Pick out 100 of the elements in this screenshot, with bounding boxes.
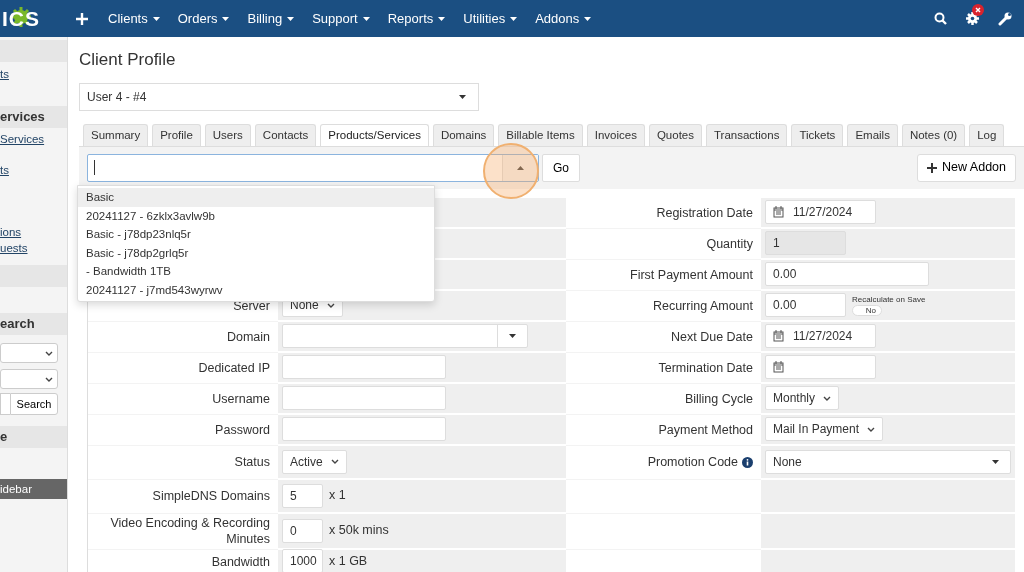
tab[interactable]: Products/Services [320, 123, 429, 146]
nav-menu-link[interactable]: Reports [387, 8, 446, 29]
sidebar-link[interactable]: ts [0, 66, 67, 82]
wrench-icon[interactable] [998, 11, 1012, 26]
new-addon-button[interactable]: New Addon [917, 153, 1016, 182]
select-field[interactable] [0, 343, 58, 363]
sidebar-toggle-bar[interactable]: idebar [0, 479, 67, 499]
tab[interactable]: Contacts [254, 123, 317, 146]
tab[interactable]: Billable Items [498, 123, 583, 146]
sidebar-heading: earch [0, 313, 67, 335]
plus-icon[interactable] [76, 12, 88, 25]
search-field[interactable] [0, 393, 10, 415]
search-icon[interactable] [934, 12, 947, 25]
nav-menu-link[interactable]: Addons [535, 8, 592, 29]
unit-text: x 1 [329, 487, 346, 505]
search-button[interactable]: Search [10, 393, 58, 415]
tab[interactable]: Profile [152, 123, 201, 146]
field-label: Promotion Code [647, 454, 738, 471]
text-field[interactable] [282, 386, 446, 411]
text-field[interactable]: 0.00 [765, 262, 929, 287]
caret-icon [222, 16, 230, 21]
text-cursor [94, 160, 95, 176]
field-label: Billing Cycle [684, 390, 753, 407]
field-label: Status [234, 454, 270, 471]
field-label: Payment Method [658, 421, 753, 438]
field-label: Username [212, 390, 270, 407]
select-field[interactable]: Mail In Payment [765, 417, 884, 442]
dropdown-option[interactable]: Basic [78, 188, 434, 207]
text-field[interactable] [282, 355, 446, 380]
field-label: Domain [226, 328, 270, 345]
caret-icon [362, 16, 370, 21]
sidebar-link[interactable]: ts [0, 162, 67, 178]
number-field[interactable]: 1000 [282, 549, 323, 572]
calendar-icon [773, 361, 784, 374]
combo-field[interactable] [282, 324, 528, 349]
amount-field[interactable]: 0.00 [765, 293, 846, 318]
field-label: Termination Date [658, 359, 753, 376]
nav-menu-link[interactable]: Support [312, 8, 370, 29]
field-label: Server [233, 297, 270, 314]
plus-icon [927, 162, 938, 173]
field-label: Registration Date [656, 204, 753, 221]
product-search-field[interactable] [87, 153, 539, 182]
field-label: Next Due Date [671, 328, 753, 345]
select-field[interactable]: Active [282, 449, 347, 474]
nav-menu-link[interactable]: Orders [177, 8, 230, 29]
chevron-icon [823, 395, 832, 401]
tab[interactable]: Log [969, 123, 1005, 146]
field-label: Quantity [706, 235, 753, 252]
nav-menu-link[interactable]: Utilities [463, 8, 518, 29]
tab[interactable]: Quotes [648, 123, 702, 146]
number-field[interactable]: 5 [282, 483, 323, 508]
caret-icon [287, 16, 295, 21]
toggle-switch[interactable]: No [852, 304, 882, 316]
toggle-label: Recalculate on Save [852, 294, 926, 305]
dropdown-option[interactable]: 20241127 - 6zklx3avlw9b [78, 206, 434, 225]
tab[interactable]: Emails [847, 123, 898, 146]
chevron-icon [867, 426, 876, 432]
readonly-field: 1 [765, 231, 846, 256]
select-field[interactable]: Monthly [765, 386, 840, 411]
field-label: Recurring Amount [652, 297, 753, 314]
sidebar-heading: ervices [0, 106, 67, 128]
caret-icon [991, 459, 999, 464]
date-field[interactable] [765, 355, 876, 380]
dropdown-option[interactable]: - Bandwidth 1TB [78, 262, 434, 281]
chevron-icon [330, 459, 339, 465]
tab[interactable]: Invoices [586, 123, 645, 146]
tab[interactable]: Notes (0) [901, 123, 966, 146]
combo-field[interactable]: None [765, 449, 1011, 474]
caret-icon [152, 16, 160, 21]
tab[interactable]: Tickets [791, 123, 844, 146]
dropdown-option[interactable]: Basic - j78dp23nlq5r [78, 225, 434, 244]
tab[interactable]: Transactions [705, 123, 788, 146]
sidebar-link[interactable]: Services [0, 131, 67, 147]
caret-icon [438, 16, 446, 21]
nav-menu-link[interactable]: Billing [247, 8, 295, 29]
dropdown-option[interactable]: Basic - j78dp2grlq5r [78, 243, 434, 262]
logo[interactable]: ICS [2, 2, 50, 35]
select-field[interactable] [0, 369, 58, 389]
caret-icon [509, 334, 516, 339]
sidebar-link[interactable]: ions [0, 224, 67, 240]
tab[interactable]: Domains [432, 123, 495, 146]
tab[interactable]: Summary [83, 123, 149, 146]
text-field[interactable] [282, 417, 446, 442]
field-label: First Payment Amount [630, 266, 753, 283]
nav-menu-link[interactable]: Clients [108, 8, 160, 29]
tab[interactable]: Users [204, 123, 251, 146]
chevron-icon [45, 350, 53, 356]
date-field[interactable]: 11/27/2024 [765, 200, 876, 225]
caret-icon [510, 16, 518, 21]
page-title: Client Profile [79, 49, 177, 71]
chevron-icon [326, 302, 335, 308]
caret-icon [584, 16, 592, 21]
number-field[interactable]: 0 [282, 518, 323, 543]
go-button[interactable]: Go [542, 153, 580, 182]
caret-icon [517, 165, 524, 170]
date-field[interactable]: 11/27/2024 [765, 324, 876, 349]
sidebar-link[interactable]: uests [0, 240, 67, 256]
field-label: Video Encoding & Recording Minutes [109, 515, 270, 548]
field-label: SimpleDNS Domains [152, 488, 270, 505]
client-select[interactable]: User 4 - #4 [79, 82, 479, 111]
